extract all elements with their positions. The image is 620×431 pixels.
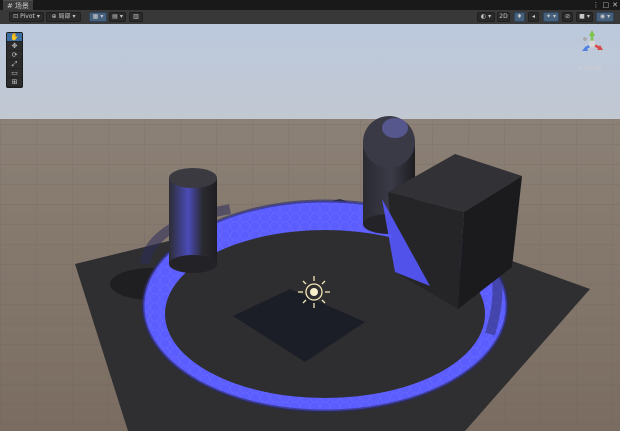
orientation-label: 局部: [58, 13, 71, 20]
scene-viewport[interactable]: ✋ ✥ ⟳ ⤢ ▭ ⊞ < Persp: [0, 24, 620, 431]
pivot-icon: ⊡: [13, 13, 19, 20]
chevron-down-icon: ▾: [100, 13, 104, 20]
2d-label: 2D: [499, 13, 508, 20]
maximize-icon[interactable]: □: [603, 0, 610, 10]
chevron-down-icon: ▾: [72, 13, 76, 20]
more-menu-icon[interactable]: ⋮: [593, 0, 600, 10]
chevron-down-icon: ▾: [488, 13, 492, 20]
title-bar: # 场景 ⋮ □ ✕: [0, 0, 620, 11]
hidden-objects-toggle[interactable]: ⊘: [562, 12, 573, 22]
scale-tool[interactable]: ⤢: [7, 60, 22, 69]
chevron-down-icon: ▾: [119, 13, 123, 20]
window-buttons: ⋮ □ ✕: [593, 0, 619, 10]
camera-icon: ■: [579, 13, 585, 20]
grid-icon: ▦: [92, 13, 99, 20]
move-tool[interactable]: ✥: [7, 42, 22, 51]
chevron-down-icon: ▾: [36, 13, 40, 20]
snap-settings-button[interactable]: ▤ ▾: [109, 12, 126, 22]
shading-mode-icon: ◐: [480, 13, 487, 20]
2d-toggle[interactable]: 2D: [497, 12, 510, 22]
chevron-down-icon: ▾: [607, 13, 611, 20]
draw-mode-dropdown[interactable]: ◐ ▾: [477, 12, 495, 22]
scene-toolbar: ⊡ Pivot ▾ ⊕ 局部 ▾ ▦ ▾ ▤ ▾ ▥ ◐ ▾ 2D ♦ ◂ ✦ …: [0, 10, 620, 25]
lighting-toggle[interactable]: ♦: [514, 12, 525, 22]
projection-label[interactable]: < Persp: [578, 65, 601, 72]
chevron-down-icon: ▾: [553, 13, 557, 20]
gizmos-dropdown[interactable]: ◉ ▾: [596, 12, 614, 22]
scene-render: [0, 24, 620, 431]
audio-icon: ◂: [531, 13, 535, 20]
audio-toggle[interactable]: ◂: [528, 12, 539, 22]
tool-palette: ✋ ✥ ⟳ ⤢ ▭ ⊞: [6, 32, 23, 88]
eye-slash-icon: ⊘: [564, 13, 571, 20]
grid-snap-button[interactable]: ▦ ▾: [89, 12, 107, 22]
orientation-dropdown[interactable]: ⊕ 局部 ▾: [46, 12, 81, 22]
effects-icon: ✦: [545, 13, 551, 20]
close-icon[interactable]: ✕: [612, 0, 618, 10]
hand-tool[interactable]: ✋: [7, 33, 22, 42]
rotate-tool[interactable]: ⟳: [7, 51, 22, 60]
scene-window: # 场景 ⋮ □ ✕ ⊡ Pivot ▾ ⊕ 局部 ▾ ▦ ▾ ▤ ▾ ▥ ◐ …: [0, 0, 620, 431]
camera-settings-dropdown[interactable]: ■ ▾: [576, 12, 593, 22]
rect-tool[interactable]: ▭: [7, 69, 22, 78]
effects-dropdown[interactable]: ✦ ▾: [543, 12, 559, 22]
chevron-down-icon: ▾: [586, 13, 590, 20]
lightbulb-icon: ♦: [516, 13, 523, 20]
transform-tool[interactable]: ⊞: [7, 78, 22, 87]
increment-snap-button[interactable]: ▥: [129, 12, 143, 22]
pivot-label: Pivot: [20, 13, 35, 20]
orientation-icon: ⊕: [51, 13, 57, 20]
snap-icon: ▤: [112, 13, 118, 20]
ruler-icon: ▥: [133, 13, 139, 20]
gizmos-icon: ◉: [599, 13, 606, 20]
pivot-dropdown[interactable]: ⊡ Pivot ▾: [9, 12, 44, 22]
